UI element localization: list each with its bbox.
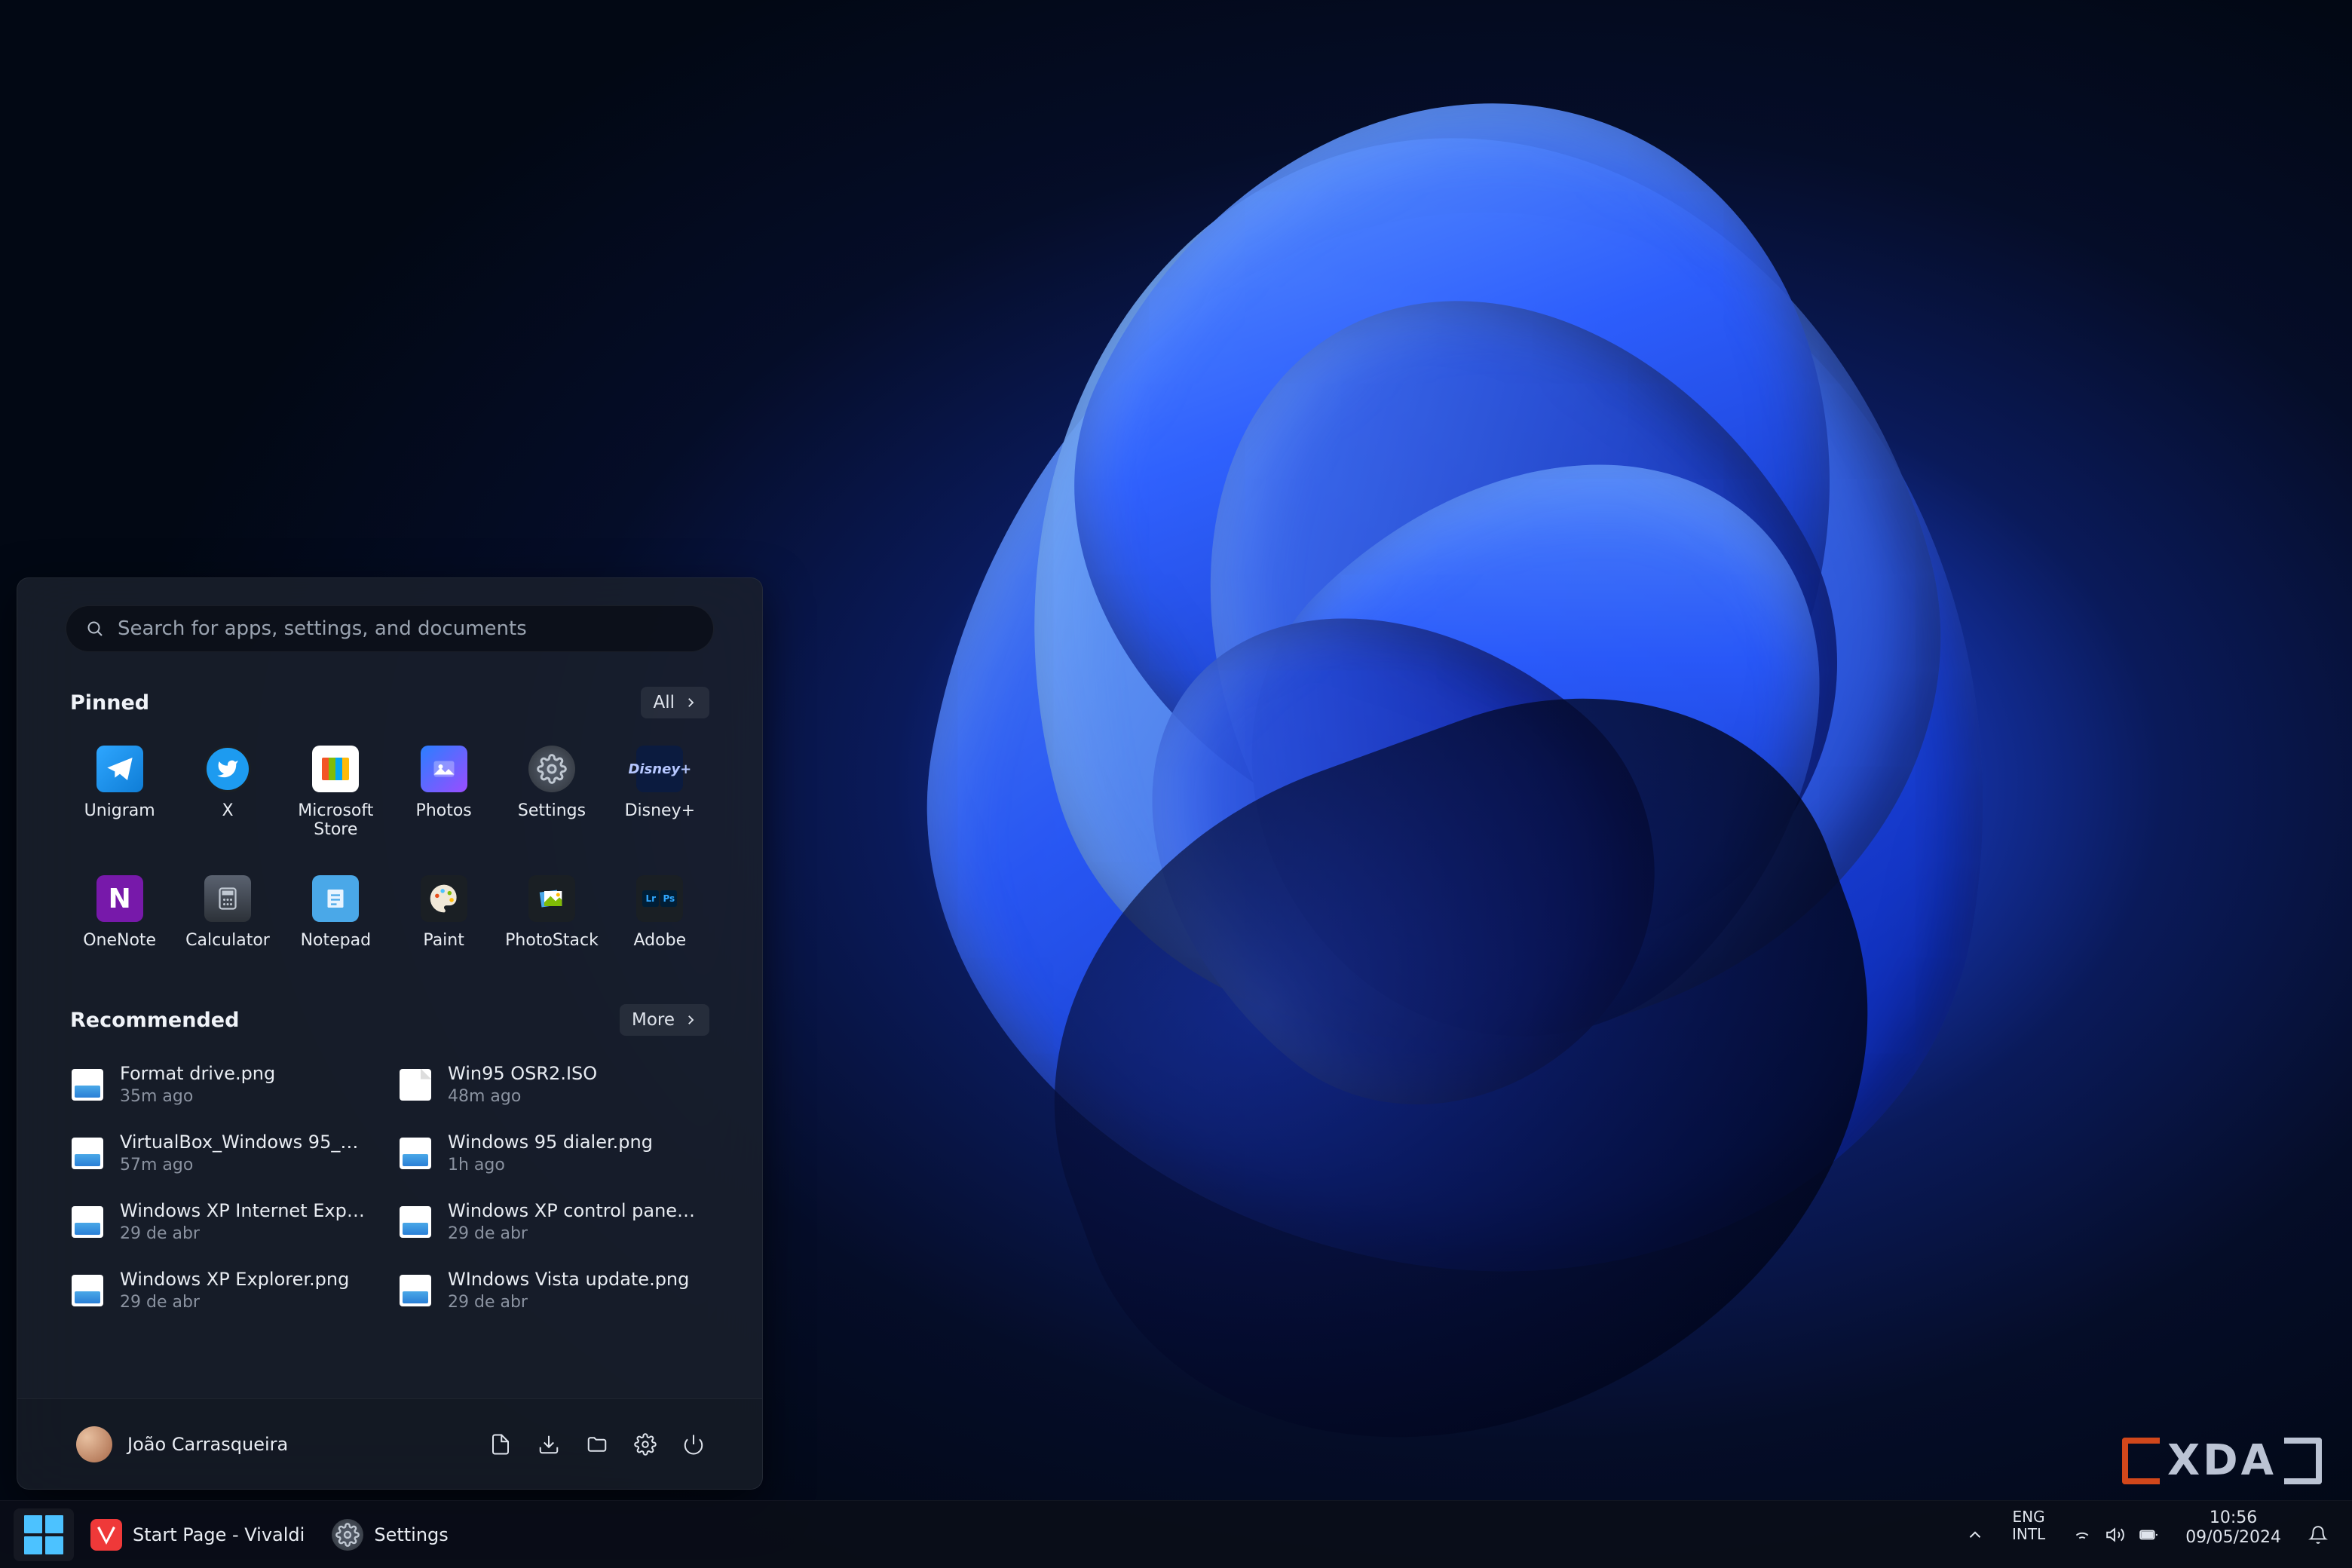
pinned-app-disney-plus[interactable]: Disney+Disney+ [606,738,714,847]
recommended-item-time: 48m ago [448,1087,597,1106]
pinned-app-settings[interactable]: Settings [498,738,605,847]
system-tray[interactable] [2062,1508,2169,1561]
adobe-icon: LrPs [636,875,683,922]
downloads-folder-button[interactable] [528,1424,569,1465]
user-name: João Carrasqueira [127,1434,288,1455]
start-menu-footer: João Carrasqueira [17,1398,762,1489]
start-menu: Search for apps, settings, and documents… [17,577,763,1490]
recommended-item-time: 29 de abr [448,1293,689,1312]
all-apps-button[interactable]: All [641,687,709,718]
file-icon [72,1069,103,1101]
recommended-title: Recommended [70,1009,239,1032]
pinned-app-onenote[interactable]: NOneNote [66,868,173,957]
file-icon [400,1069,431,1101]
start-search[interactable]: Search for apps, settings, and documents [66,605,714,652]
pinned-section: Pinned All Unigram X Microsoft Store Pho… [66,687,714,989]
pinned-app-calculator[interactable]: Calculator [173,868,281,957]
pinned-app-paint[interactable]: Paint [390,868,498,957]
file-explorer-button[interactable] [577,1424,617,1465]
pinned-app-x[interactable]: X [173,738,281,847]
file-icon [400,1138,431,1169]
desktop-wallpaper [754,60,2186,1417]
taskbar-app-settings[interactable]: Settings [321,1508,458,1561]
user-account-button[interactable]: João Carrasqueira [66,1419,299,1470]
recommended-item-name: VirtualBox_Windows 95_09_05_202... [120,1132,369,1153]
paint-icon [421,875,467,922]
settings-icon [332,1519,363,1551]
recommended-item-name: Windows XP control panel.png [448,1200,697,1221]
chevron-right-icon [684,1013,697,1027]
recommended-item-time: 29 de abr [448,1224,697,1243]
file-icon [400,1206,431,1238]
battery-icon [2139,1525,2158,1545]
recommended-item[interactable]: Win95 OSR2.ISO 48m ago [394,1055,714,1113]
settings-button[interactable] [625,1424,666,1465]
recommended-item-time: 29 de abr [120,1224,369,1243]
photostack-icon [528,875,575,922]
language-indicator[interactable]: ENG INTL [2000,1508,2057,1561]
file-icon [72,1138,103,1169]
recommended-item[interactable]: Windows 95 dialer.png 1h ago [394,1124,714,1182]
recommended-item-time: 1h ago [448,1156,653,1174]
pinned-app-photos[interactable]: Photos [390,738,498,847]
power-button[interactable] [673,1424,714,1465]
recommended-item[interactable]: Windows XP Explorer.png 29 de abr [66,1261,386,1319]
photos-icon [421,746,467,792]
xda-watermark: XDA [2122,1436,2322,1485]
recommended-item[interactable]: WIndows Vista update.png 29 de abr [394,1261,714,1319]
recommended-item-name: WIndows Vista update.png [448,1269,689,1290]
unigram-icon [96,746,143,792]
tray-overflow-button[interactable] [1955,1508,1995,1561]
notepad-icon [312,875,359,922]
onenote-icon: N [96,875,143,922]
pinned-app-microsoft-store[interactable]: Microsoft Store [282,738,390,847]
start-button[interactable] [14,1508,74,1561]
volume-icon [2105,1525,2125,1545]
recommended-item-name: Format drive.png [120,1063,275,1084]
notifications-button[interactable] [2298,1508,2338,1561]
recommended-item-name: Windows XP Internet Explorer.png [120,1200,369,1221]
pinned-app-unigram[interactable]: Unigram [66,738,173,847]
calculator-icon [204,875,251,922]
disney-plus-icon: Disney+ [636,746,683,792]
recommended-item[interactable]: Windows XP control panel.png 29 de abr [394,1193,714,1251]
pinned-app-notepad[interactable]: Notepad [282,868,390,957]
settings-icon [528,746,575,792]
windows-logo-icon [24,1515,63,1554]
clock-date[interactable]: 10:56 09/05/2024 [2173,1508,2293,1561]
recommended-item[interactable]: Windows XP Internet Explorer.png 29 de ab… [66,1193,386,1251]
recommended-item-name: Windows 95 dialer.png [448,1132,653,1153]
taskbar-app-vivaldi[interactable]: Start Page - Vivaldi [80,1508,315,1561]
chevron-right-icon [684,696,697,709]
microsoft-store-icon [312,746,359,792]
user-avatar [76,1426,112,1462]
recommended-item-time: 29 de abr [120,1293,349,1312]
x-icon [204,746,251,792]
recommended-item-time: 57m ago [120,1156,369,1174]
pinned-app-adobe[interactable]: LrPsAdobe [606,868,714,957]
file-icon [72,1275,103,1306]
pinned-app-photostack[interactable]: PhotoStack [498,868,605,957]
pinned-title: Pinned [70,691,149,715]
recommended-item[interactable]: VirtualBox_Windows 95_09_05_202... 57m ag… [66,1124,386,1182]
documents-folder-button[interactable] [480,1424,521,1465]
search-placeholder: Search for apps, settings, and documents [118,617,527,640]
recommended-item-name: Windows XP Explorer.png [120,1269,349,1290]
file-icon [72,1206,103,1238]
search-icon [86,620,104,638]
wifi-icon [2072,1525,2092,1545]
taskbar: Start Page - Vivaldi Settings ENG INTL 1… [0,1500,2352,1568]
recommended-item-time: 35m ago [120,1087,275,1106]
recommended-section: Recommended More Format drive.png 35m ago… [66,1004,714,1319]
recommended-item-name: Win95 OSR2.ISO [448,1063,597,1084]
more-recommended-button[interactable]: More [620,1004,709,1036]
vivaldi-icon [90,1519,122,1551]
recommended-item[interactable]: Format drive.png 35m ago [66,1055,386,1113]
file-icon [400,1275,431,1306]
